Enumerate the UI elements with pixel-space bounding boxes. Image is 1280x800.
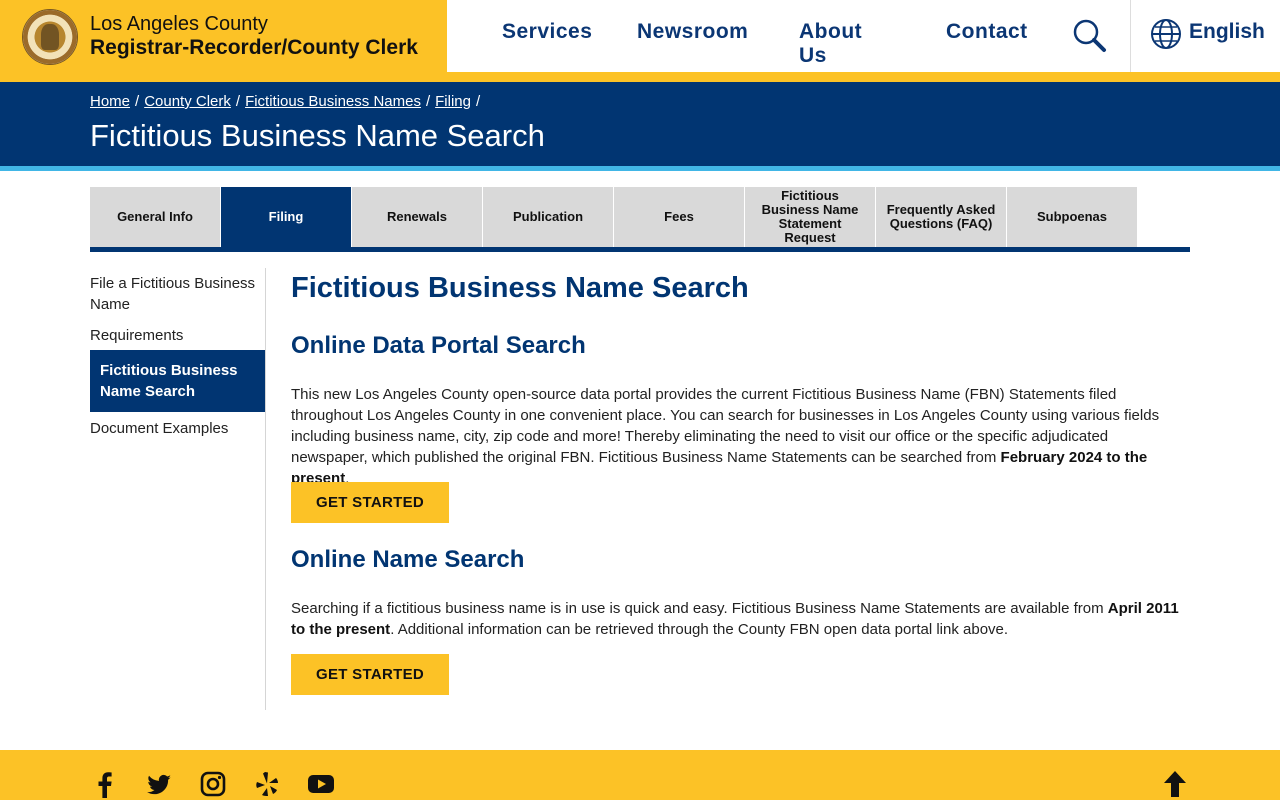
tab-fees[interactable]: Fees <box>614 187 744 247</box>
sidebar-item-fbn-search[interactable]: Fictitious Business Name Search <box>90 350 265 412</box>
tab-renewals[interactable]: Renewals <box>352 187 482 247</box>
section-text-data-portal: This new Los Angeles County open-source … <box>291 384 1186 489</box>
nav-item-contact[interactable]: Contact <box>946 20 1028 44</box>
language-divider <box>1130 0 1131 72</box>
twitter-icon[interactable] <box>145 770 173 798</box>
section-title-name-search: Online Name Search <box>291 546 525 573</box>
brand-block[interactable]: Los Angeles County Registrar-Recorder/Co… <box>0 0 447 72</box>
section-text-name-search-end: . Additional information can be retrieve… <box>390 621 1009 638</box>
tab-filing[interactable]: Filing <box>221 187 351 247</box>
nav-item-services[interactable]: Services <box>502 20 592 44</box>
breadcrumb-separator: / <box>135 93 140 110</box>
site-header: Los Angeles County Registrar-Recorder/Co… <box>0 0 1280 72</box>
tab-general-info[interactable]: General Info <box>90 187 220 247</box>
get-started-button-data-portal[interactable]: GET STARTED <box>291 482 449 523</box>
sidebar-item-file-fbn[interactable]: File a Fictitious Business Name <box>90 273 265 315</box>
sidebar-item-requirements[interactable]: Requirements <box>90 325 265 346</box>
breadcrumb-separator: / <box>425 93 431 110</box>
search-icon <box>1073 19 1106 52</box>
breadcrumb-filing[interactable]: Filing <box>435 93 471 110</box>
brand-county-name: Los Angeles County <box>90 13 268 35</box>
nav-item-newsroom[interactable]: Newsroom <box>637 20 748 44</box>
header-accent-strip <box>0 72 1280 82</box>
language-label: English <box>1189 20 1265 43</box>
page-title: Fictitious Business Name Search <box>90 118 545 153</box>
breadcrumb-separator: / <box>235 93 241 110</box>
back-to-top-arrow-up-icon[interactable] <box>1162 770 1188 798</box>
sidebar-divider <box>265 268 266 710</box>
breadcrumb-fictitious-business-names[interactable]: Fictitious Business Names <box>245 93 421 110</box>
section-text-name-search: Searching if a fictitious business name … <box>291 598 1186 640</box>
yelp-icon[interactable] <box>253 770 281 798</box>
nav-item-about-us[interactable]: About Us <box>799 20 862 68</box>
breadcrumb-separator: / <box>476 93 481 110</box>
facebook-icon[interactable] <box>91 770 119 798</box>
title-band: Home / County Clerk / Fictitious Business Na… <box>0 82 1280 166</box>
tab-subpoenas[interactable]: Subpoenas <box>1007 187 1137 247</box>
title-band-accent <box>0 166 1280 171</box>
breadcrumb-home[interactable]: Home <box>90 93 130 110</box>
section-title-data-portal: Online Data Portal Search <box>291 332 586 359</box>
content-heading: Fictitious Business Name Search <box>291 272 749 304</box>
county-seal-icon <box>22 9 78 65</box>
globe-icon <box>1151 19 1181 49</box>
breadcrumb-county-clerk[interactable]: County Clerk <box>144 93 231 110</box>
tabs-underline <box>90 247 1190 252</box>
get-started-button-name-search[interactable]: GET STARTED <box>291 654 449 695</box>
section-text-name-search-body: Searching if a fictitious business name … <box>291 600 1108 617</box>
instagram-icon[interactable] <box>199 770 227 798</box>
brand-department-name: Registrar-Recorder/County Clerk <box>90 36 418 59</box>
youtube-icon[interactable] <box>307 770 335 798</box>
tab-fbn-statement-request[interactable]: Fictitious Business Name Statement Reque… <box>745 187 875 247</box>
sidebar-item-document-examples[interactable]: Document Examples <box>90 418 265 439</box>
search-button[interactable] <box>1070 16 1110 56</box>
section-tabs: General Info Filing Renewals Publication… <box>90 187 1190 247</box>
tab-publication[interactable]: Publication <box>483 187 613 247</box>
breadcrumb: Home / County Clerk / Fictitious Business Na… <box>90 93 485 110</box>
site-footer <box>0 750 1280 800</box>
tab-faq[interactable]: Frequently Asked Questions (FAQ) <box>876 187 1006 247</box>
